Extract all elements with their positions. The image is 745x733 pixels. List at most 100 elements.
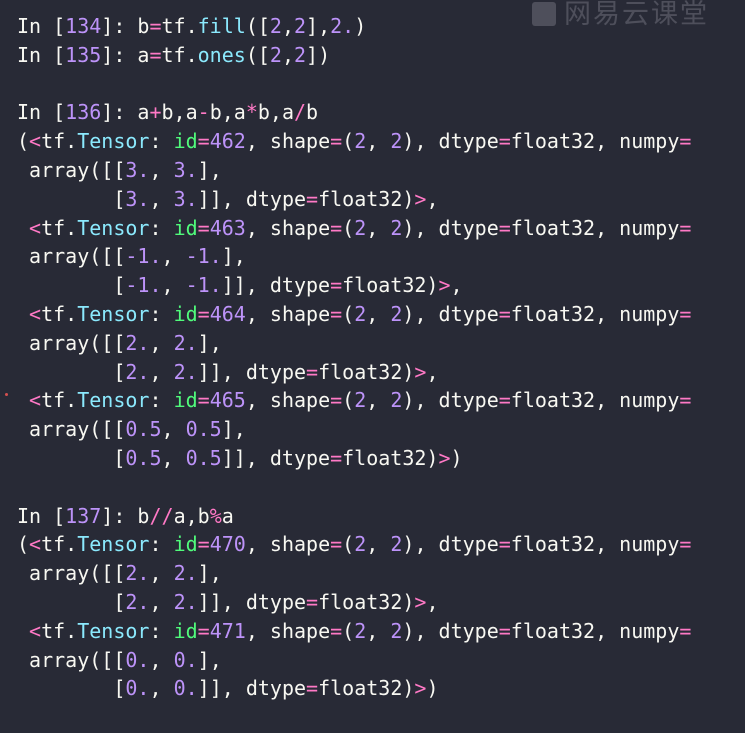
code-token: = xyxy=(498,301,511,326)
code-token: < xyxy=(29,301,42,326)
code-token: 2. xyxy=(173,359,198,384)
code-token: b,a xyxy=(161,100,198,125)
code-token: 2. xyxy=(125,561,150,586)
code-token: Tensor xyxy=(77,301,150,326)
terminal-line: (<tf.Tensor: id=470, shape=(2, 2), dtype… xyxy=(17,530,737,559)
code-token: array([[ xyxy=(17,647,126,672)
code-token: ( xyxy=(342,388,355,413)
code-token: = xyxy=(679,129,692,154)
code-token: 2 xyxy=(269,42,282,67)
code-token: In [ xyxy=(17,100,66,125)
code-token: In [ xyxy=(17,503,66,528)
code-token: 2. xyxy=(125,330,150,355)
code-token: = xyxy=(330,215,343,240)
code-token: id xyxy=(173,532,198,557)
terminal-line: <tf.Tensor: id=465, shape=(2, 2), dtype=… xyxy=(17,386,737,415)
code-token: -1. xyxy=(185,244,222,269)
code-token: 2 xyxy=(390,388,403,413)
code-token: , xyxy=(366,618,391,643)
code-token: , shape xyxy=(245,388,331,413)
code-token: ]], dtype xyxy=(221,273,331,298)
code-token: array([[ xyxy=(17,417,126,442)
code-token: = xyxy=(679,301,692,326)
code-token: = xyxy=(679,618,692,643)
terminal-line: (<tf.Tensor: id=462, shape=(2, 2), dtype… xyxy=(17,127,737,156)
code-token: ( xyxy=(342,129,355,154)
code-token: a,b xyxy=(173,503,210,528)
code-token: 464 xyxy=(209,301,246,326)
code-token: > xyxy=(438,273,451,298)
code-token: 2. xyxy=(173,589,198,614)
code-token: ]: b xyxy=(101,503,150,528)
code-token: 3. xyxy=(125,157,150,182)
code-token: = xyxy=(330,618,343,643)
code-token: [ xyxy=(17,589,126,614)
code-token: 0.5 xyxy=(185,417,222,442)
code-token: id xyxy=(173,215,198,240)
code-token: ], xyxy=(221,417,246,442)
code-token: ], xyxy=(197,647,222,672)
code-token: < xyxy=(29,532,42,557)
code-token: 2 xyxy=(390,129,403,154)
code-token: , xyxy=(366,301,391,326)
code-token: 465 xyxy=(209,388,246,413)
code-token: float32, numpy xyxy=(510,388,680,413)
code-token: float32, numpy xyxy=(510,618,680,643)
code-token: = xyxy=(498,532,511,557)
code-token: - xyxy=(197,100,210,125)
code-token: , shape xyxy=(245,532,331,557)
code-token: ]], dtype xyxy=(221,445,331,470)
code-token: 3. xyxy=(125,186,150,211)
code-token: < xyxy=(29,215,42,240)
code-token: array([[ xyxy=(17,561,126,586)
code-token: , xyxy=(149,157,174,182)
code-token: float32, numpy xyxy=(510,215,680,240)
code-token: id xyxy=(173,618,198,643)
code-token: fill xyxy=(197,14,246,38)
code-token: = xyxy=(498,215,511,240)
terminal-line: [2., 2.]], dtype=float32)>, xyxy=(17,588,737,617)
code-token: 135 xyxy=(65,42,102,67)
code-token: , xyxy=(426,589,439,614)
code-token: * xyxy=(245,100,258,125)
code-token: / xyxy=(293,100,307,125)
code-token: , xyxy=(161,417,186,442)
code-token: , xyxy=(149,589,174,614)
code-token: ), dtype xyxy=(402,532,499,557)
code-token: = xyxy=(306,359,319,384)
code-token: 134 xyxy=(65,14,102,38)
code-token: = xyxy=(330,129,343,154)
code-token: tf. xyxy=(161,14,198,38)
code-token: : xyxy=(149,388,174,413)
code-token: array([[ xyxy=(17,157,126,182)
terminal-line: [0.5, 0.5]], dtype=float32)>) xyxy=(17,444,737,473)
code-token: , xyxy=(426,359,439,384)
code-token: = xyxy=(330,532,343,557)
code-token: ), dtype xyxy=(402,215,499,240)
terminal-window[interactable]: 网易云课堂 In [134]: b=tf.fill([2,2],2.) In [1… xyxy=(0,0,745,733)
code-token: -1. xyxy=(125,244,162,269)
code-token: In [ xyxy=(17,42,66,67)
code-token: tf. xyxy=(41,129,78,154)
code-token: 2 xyxy=(354,388,367,413)
code-token: 2 xyxy=(354,532,367,557)
code-token: = xyxy=(149,42,162,67)
code-token: ( xyxy=(342,301,355,326)
terminal-line: array([[0., 0.], xyxy=(17,646,737,675)
code-token: 0.5 xyxy=(125,417,162,442)
terminal-line: In [136]: a+b,a-b,a*b,a/b xyxy=(17,98,737,127)
terminal-line: array([[2., 2.], xyxy=(17,559,737,588)
watermark-logo-icon xyxy=(532,2,556,26)
terminal-line: In [135]: a=tf.ones([2,2]) xyxy=(17,41,737,70)
code-token: float32, numpy xyxy=(510,301,680,326)
code-token: b,a xyxy=(257,100,294,125)
code-token: = xyxy=(498,129,511,154)
code-token: 2 xyxy=(354,301,367,326)
code-token: = xyxy=(149,14,162,38)
code-token: 0.5 xyxy=(125,445,162,470)
code-token: float32) xyxy=(318,359,415,384)
code-token: < xyxy=(29,129,42,154)
code-token: : xyxy=(149,215,174,240)
